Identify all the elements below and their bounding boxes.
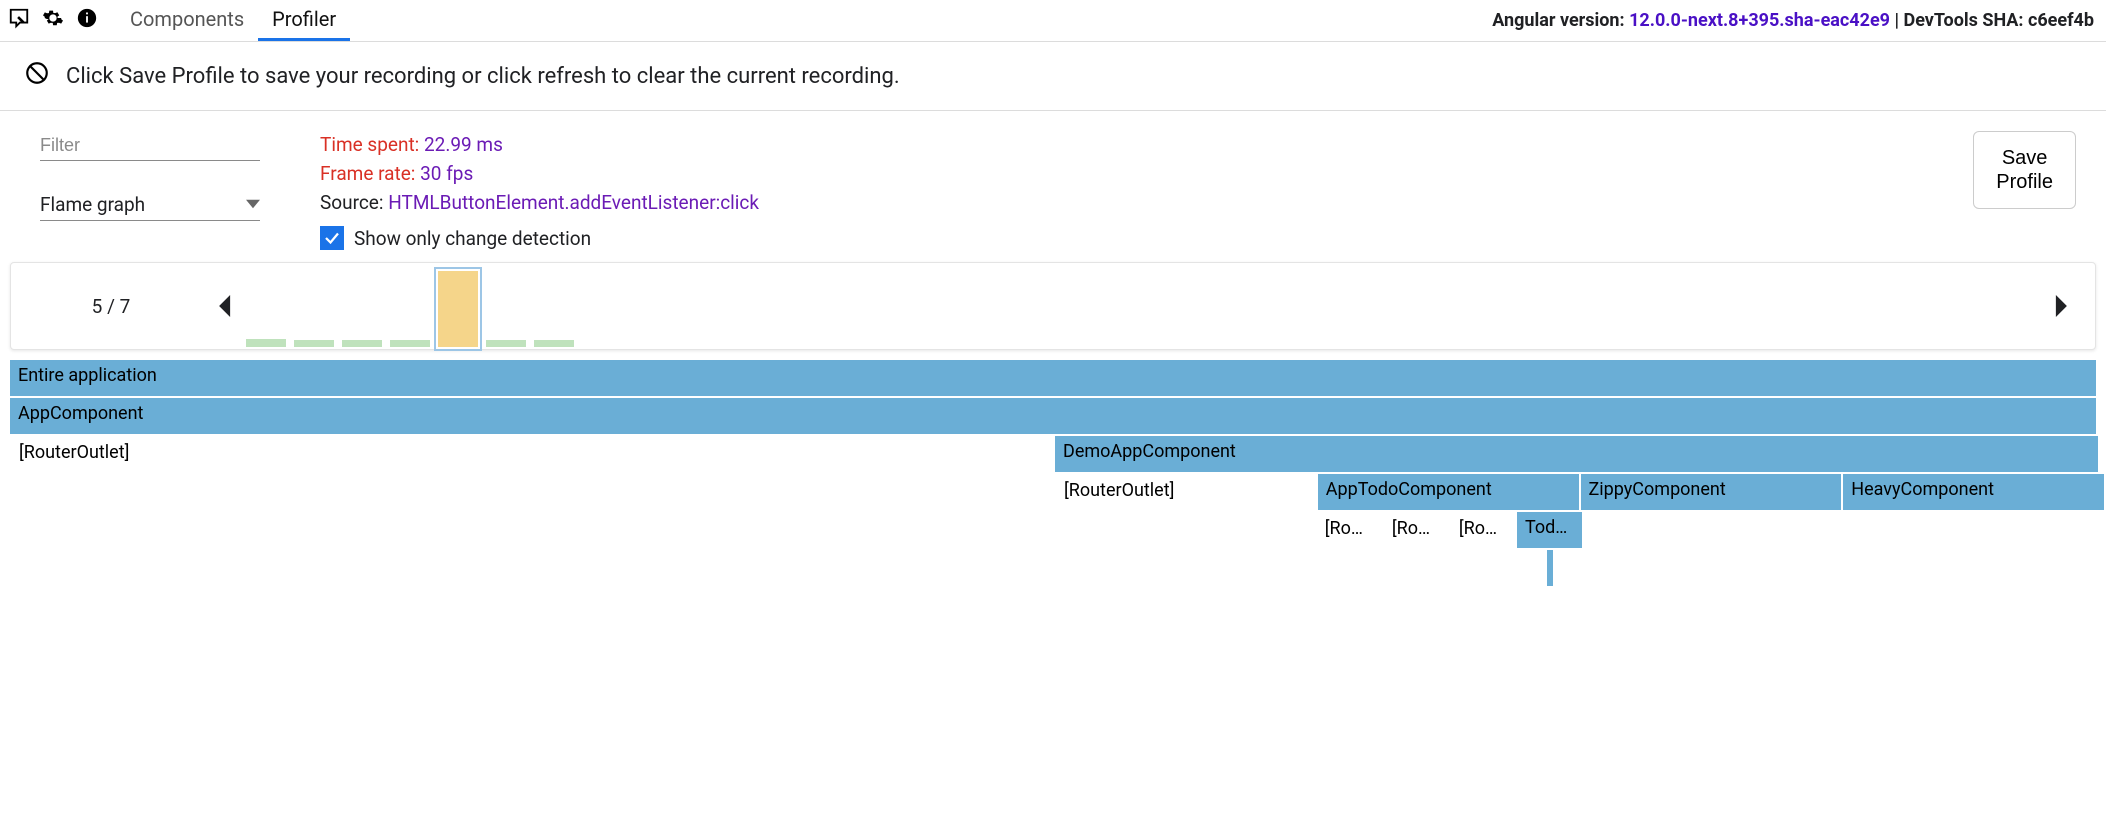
- flame-cell-app-todo[interactable]: AppTodoComponent: [1318, 474, 1579, 510]
- angular-version-link[interactable]: 12.0.0-next.8+395.sha-eac42e9: [1629, 10, 1890, 31]
- flame-cell-router-outlet-trunc[interactable]: [Ro…: [1316, 512, 1381, 548]
- time-spent-label: Time spent:: [320, 133, 424, 156]
- info-icon[interactable]: [76, 7, 98, 34]
- flame-cell-entire-application[interactable]: Entire application: [10, 360, 2096, 396]
- version-info: Angular version: 12.0.0-next.8+395.sha-e…: [1492, 10, 2094, 31]
- source-value: HTMLButtonElement.addEventListener:click: [388, 191, 759, 214]
- flame-row: [RouterOutlet] DemoAppComponent: [10, 436, 2096, 472]
- frame-prev-button[interactable]: [211, 295, 241, 317]
- flame-row: [10, 550, 2096, 586]
- change-detection-label: Show only change detection: [354, 227, 591, 250]
- left-controls-column: Flame graph: [40, 131, 280, 221]
- flame-row: AppComponent: [10, 398, 2096, 434]
- stats-column: Time spent: 22.99 ms Frame rate: 30 fps …: [320, 131, 759, 250]
- flame-row: [RouterOutlet] AppTodoComponent ZippyCom…: [10, 474, 2096, 510]
- flame-cell-router-outlet[interactable]: [RouterOutlet]: [1055, 474, 1316, 510]
- change-detection-checkbox[interactable]: [320, 226, 344, 250]
- frame-rate-row: Frame rate: 30 fps: [320, 162, 759, 185]
- frame-bar[interactable]: [486, 340, 526, 347]
- source-label: Source:: [320, 191, 388, 214]
- flame-cell-zippy[interactable]: ZippyComponent: [1581, 474, 1842, 510]
- flame-cell-tiny[interactable]: [1547, 550, 1553, 586]
- tab-components[interactable]: Components: [116, 0, 258, 41]
- info-message-text: Click Save Profile to save your recordin…: [66, 64, 900, 89]
- frame-bar[interactable]: [534, 340, 574, 347]
- frame-next-button[interactable]: [2045, 295, 2075, 317]
- frame-page-total: 7: [120, 295, 131, 318]
- controls-row: Flame graph Time spent: 22.99 ms Frame r…: [0, 111, 2106, 254]
- view-mode-select[interactable]: Flame graph: [40, 189, 260, 221]
- flame-cell-router-outlet-trunc[interactable]: [Ro…: [1450, 512, 1515, 548]
- frame-bar-selected[interactable]: [438, 271, 478, 347]
- frame-barchart: 5 / 7: [10, 262, 2096, 350]
- flame-cell-router-outlet-trunc[interactable]: [Ro…: [1383, 512, 1448, 548]
- flame-row: Entire application: [10, 360, 2096, 396]
- view-mode-value: Flame graph: [40, 193, 145, 216]
- frame-bar[interactable]: [342, 340, 382, 347]
- source-row: Source: HTMLButtonElement.addEventListen…: [320, 191, 759, 214]
- no-recording-icon: [24, 60, 50, 92]
- devtools-sha-label: | DevTools SHA:: [1890, 10, 2028, 31]
- time-spent-value: 22.99 ms: [424, 133, 503, 156]
- change-detection-toggle-row: Show only change detection: [320, 226, 759, 250]
- frame-bar[interactable]: [246, 339, 286, 347]
- devtools-sha-value: c6eef4b: [2028, 10, 2094, 31]
- app-header: Components Profiler Angular version: 12.…: [0, 0, 2106, 42]
- angular-version-label: Angular version:: [1492, 10, 1629, 31]
- frame-page-current: 5: [92, 295, 103, 318]
- frame-rate-value: 30 fps: [420, 162, 473, 185]
- save-profile-button[interactable]: Save Profile: [1973, 131, 2076, 209]
- frame-bar[interactable]: [390, 340, 430, 347]
- flame-cell-todos-trunc[interactable]: Tod…: [1517, 512, 1582, 548]
- frame-bar[interactable]: [294, 340, 334, 347]
- flame-cell-app-component[interactable]: AppComponent: [10, 398, 2096, 434]
- flame-cell-router-outlet[interactable]: [RouterOutlet]: [10, 436, 1053, 472]
- time-spent-row: Time spent: 22.99 ms: [320, 133, 759, 156]
- filter-input[interactable]: [40, 131, 260, 161]
- header-icon-group: [8, 7, 110, 34]
- header-tabs: Components Profiler: [116, 0, 350, 41]
- gear-icon[interactable]: [42, 7, 64, 34]
- frame-page-indicator: 5 / 7: [11, 295, 211, 318]
- frame-bars-container: [241, 263, 2035, 349]
- frame-rate-label: Frame rate:: [320, 162, 420, 185]
- tab-profiler[interactable]: Profiler: [258, 0, 350, 41]
- flame-row: [Ro… [Ro… [Ro… Tod…: [10, 512, 2096, 548]
- flame-graph: Entire application AppComponent [RouterO…: [0, 354, 2106, 608]
- flame-cell-heavy[interactable]: HeavyComponent: [1843, 474, 2104, 510]
- info-message-bar: Click Save Profile to save your recordin…: [0, 42, 2106, 111]
- flame-cell-demo-app[interactable]: DemoAppComponent: [1055, 436, 2098, 472]
- inspect-icon[interactable]: [8, 7, 30, 34]
- chevron-down-icon: [246, 193, 260, 216]
